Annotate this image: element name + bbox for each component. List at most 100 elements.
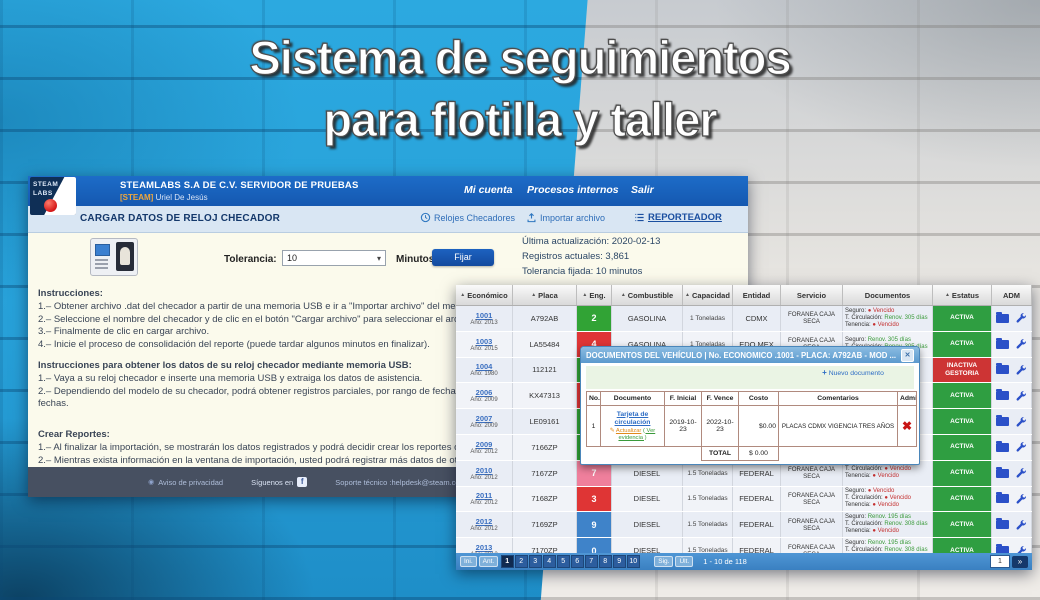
column-header[interactable]: ▲Económico: [456, 285, 513, 305]
economico-cell: 1004Año: 1980: [456, 358, 513, 383]
document-link[interactable]: Tarjeta de circulación: [603, 411, 662, 427]
pagination-page-button[interactable]: 8: [599, 555, 612, 568]
pagination-first-button[interactable]: Ini.: [460, 556, 477, 567]
economico-cell: 2007Año: 2009: [456, 409, 513, 434]
modal-column-header: No.: [587, 392, 601, 406]
column-header[interactable]: ▲Capacidad: [683, 285, 733, 305]
delete-icon[interactable]: ✖: [902, 419, 912, 433]
menu-salir[interactable]: Salir: [631, 184, 654, 196]
economico-link[interactable]: 2013: [476, 543, 493, 552]
page-go-button[interactable]: »: [1012, 556, 1028, 568]
pagination-prev-button[interactable]: Ant.: [479, 556, 499, 567]
column-header: Documentos: [843, 285, 933, 305]
privacy-icon: ◉: [148, 478, 154, 486]
pagination-info: 1 - 10 de 118: [703, 557, 747, 566]
update-link[interactable]: Actualizar: [616, 428, 641, 434]
wrench-icon[interactable]: [1015, 416, 1027, 428]
pagination-page-button[interactable]: 2: [515, 555, 528, 568]
new-document-link[interactable]: + Nuevo documento: [818, 368, 888, 378]
economico-link[interactable]: 2009: [476, 440, 493, 449]
placa-cell: LA55484: [513, 332, 577, 357]
modal-action-band: + Nuevo documento: [586, 366, 914, 389]
pagination-next-button[interactable]: Sig.: [654, 556, 673, 567]
column-header[interactable]: ▲Combustible: [612, 285, 683, 305]
folder-icon[interactable]: [996, 340, 1009, 349]
economico-link[interactable]: 2011: [476, 491, 492, 500]
tolerance-select[interactable]: 10 ▾: [282, 250, 386, 266]
estatus-badge: INACTIVA GESTORIA: [933, 358, 992, 383]
estatus-badge: ACTIVA: [933, 383, 992, 408]
wrench-icon[interactable]: [1015, 364, 1027, 376]
page-title: CARGAR DATOS DE RELOJ CHECADOR: [80, 213, 280, 224]
pagination-last-button[interactable]: Últ.: [675, 556, 693, 567]
economico-link[interactable]: 2007: [476, 414, 493, 423]
adm-cell: [992, 461, 1032, 486]
privacy-link[interactable]: ◉ Aviso de privacidad: [148, 478, 223, 487]
column-header[interactable]: ▲Placa: [513, 285, 577, 305]
economico-link[interactable]: 1004: [476, 362, 493, 371]
pagination-page-button[interactable]: 10: [627, 555, 640, 568]
placa-cell: 7168ZP: [513, 487, 577, 512]
user-line: [STEAM] Uriel De Jesús: [120, 193, 208, 202]
folder-icon[interactable]: [996, 365, 1009, 374]
doc-start-date: 2019-10-23: [665, 406, 702, 447]
pagination-page-button[interactable]: 6: [571, 555, 584, 568]
report-icon: [634, 212, 645, 223]
pagination-page-button[interactable]: 3: [529, 555, 542, 568]
wrench-icon[interactable]: [1015, 338, 1027, 350]
follow-label: Síguenos en: [251, 478, 293, 487]
logo-text-steam: STEAM: [33, 181, 58, 188]
folder-icon[interactable]: [996, 391, 1009, 400]
window-fleet-table: ▲Económico▲Placa▲Eng.▲Combustible▲Capaci…: [456, 285, 1032, 570]
placa-cell: A792AB: [513, 306, 577, 331]
economico-link[interactable]: 2006: [476, 388, 493, 397]
wrench-icon[interactable]: [1015, 493, 1027, 505]
pagination-page-button[interactable]: 7: [585, 555, 598, 568]
doc-end-date: 2022-10-23: [702, 406, 739, 447]
economico-link[interactable]: 2012: [476, 517, 493, 526]
economico-link[interactable]: 1003: [476, 337, 493, 346]
wrench-icon[interactable]: [1015, 312, 1027, 324]
folder-icon[interactable]: [996, 443, 1009, 452]
facebook-icon: f: [297, 477, 307, 487]
menu-procesos-internos[interactable]: Procesos internos: [527, 184, 619, 196]
folder-icon[interactable]: [996, 417, 1009, 426]
wrench-icon[interactable]: [1015, 519, 1027, 531]
economico-link[interactable]: 1001: [476, 311, 493, 320]
link-label: REPORTEADOR: [648, 212, 722, 223]
wrench-icon[interactable]: [1015, 441, 1027, 453]
pagination-page-button[interactable]: 5: [557, 555, 570, 568]
table-row: 1001Año: 2013A792AB2GASOLINA1 ToneladasC…: [456, 306, 1032, 332]
estatus-badge: ACTIVA: [933, 512, 992, 537]
link-relojes-checadores[interactable]: Relojes Checadores: [420, 212, 515, 223]
modal-title: DOCUMENTOS DEL VEHÍCULO | No. ECONOMICO …: [586, 351, 896, 360]
modal-column-header: Costo: [739, 392, 779, 406]
link-importar-archivo[interactable]: Importar archivo: [526, 212, 605, 223]
pagination-page-button[interactable]: 9: [613, 555, 626, 568]
column-header[interactable]: ▲Estatus: [933, 285, 992, 305]
column-header[interactable]: ▲Eng.: [577, 285, 612, 305]
documentos-cell: Seguro: Renov. 195 díasT. Circulación: R…: [843, 512, 933, 537]
chevron-down-icon: ▾: [377, 254, 381, 263]
wrench-icon[interactable]: [1015, 467, 1027, 479]
fleet-table-header: ▲Económico▲Placa▲Eng.▲Combustible▲Capaci…: [456, 285, 1032, 306]
close-icon[interactable]: ✕: [901, 349, 914, 362]
modal-total-row: TOTAL $ 0.00: [587, 447, 917, 461]
pagination-page-button[interactable]: 1: [501, 555, 514, 568]
follow-link[interactable]: Síguenos en f: [251, 477, 307, 487]
document-status-line: Seguro: ● Vencido: [845, 488, 894, 495]
page-goto-input[interactable]: [990, 555, 1010, 568]
folder-icon[interactable]: [996, 469, 1009, 478]
folder-icon[interactable]: [996, 520, 1009, 529]
document-status-line: Seguro: Renov. 195 días: [845, 514, 911, 521]
folder-icon[interactable]: [996, 494, 1009, 503]
wrench-icon[interactable]: [1015, 390, 1027, 402]
pagination-page-button[interactable]: 4: [543, 555, 556, 568]
column-header: Servicio: [781, 285, 843, 305]
fijar-button[interactable]: Fijar: [432, 249, 494, 266]
folder-icon[interactable]: [996, 314, 1009, 323]
economico-link[interactable]: 2010: [476, 466, 493, 475]
link-reporteador[interactable]: REPORTEADOR: [634, 212, 722, 223]
doc-comments: PLACAS CDMX VIGENCIA TRES AÑOS: [779, 406, 898, 447]
menu-mi-cuenta[interactable]: Mi cuenta: [464, 184, 512, 196]
